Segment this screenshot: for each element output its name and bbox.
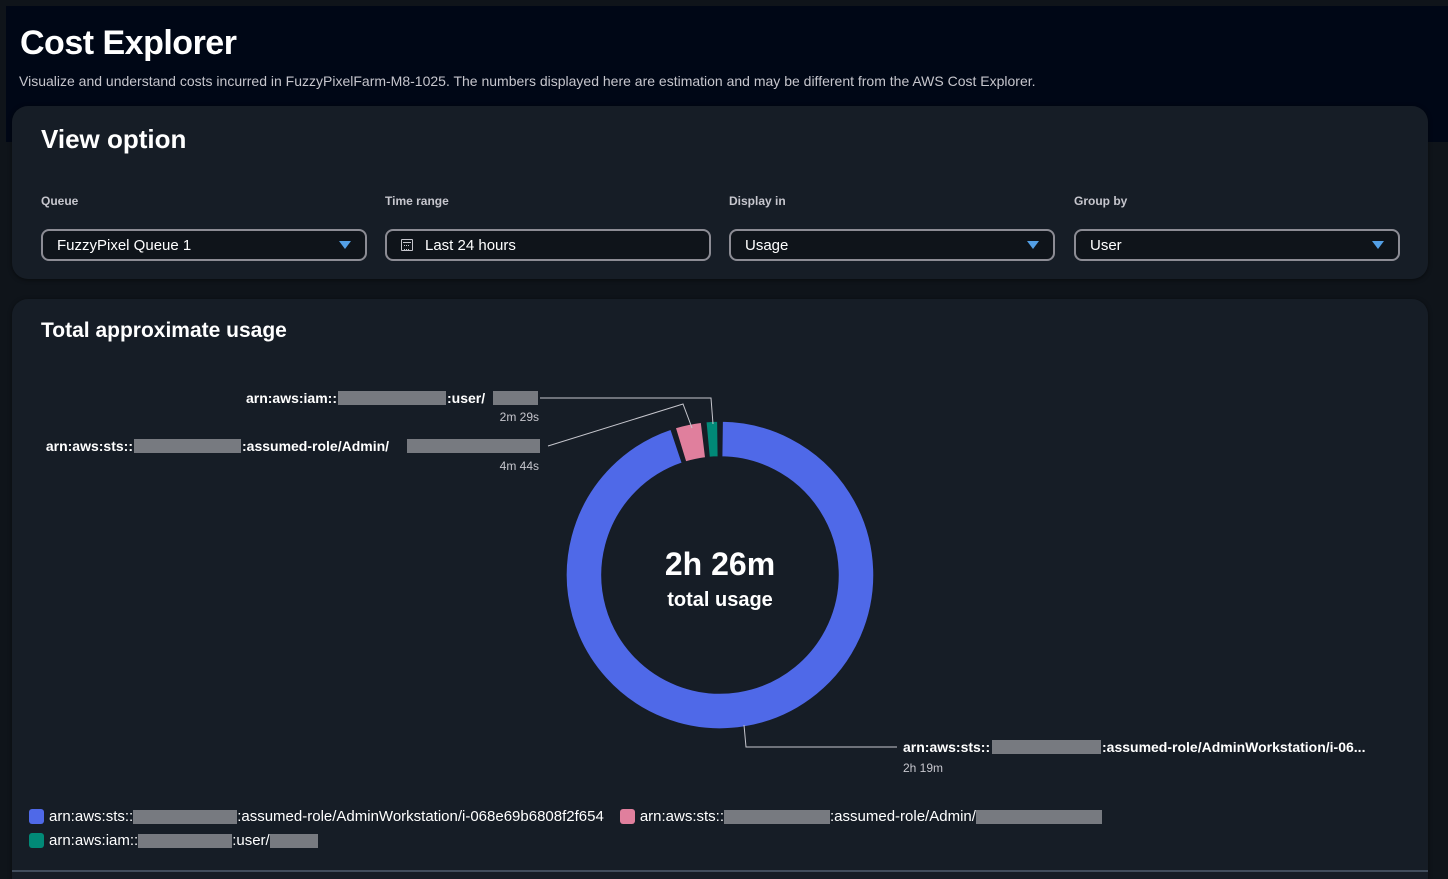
redacted-block	[975, 809, 1102, 824]
chart-legend-row-1: arn:aws:sts:: :assumed-role/AdminWorksta…	[29, 808, 1118, 825]
legend-label-suffix: :assumed-role/Admin/	[830, 808, 976, 825]
callout-admin-suffix: :assumed-role/Admin/	[242, 438, 389, 454]
callout-admin-workstation-duration: 2h 19m	[903, 761, 943, 775]
legend-swatch	[619, 809, 635, 824]
redacted-block	[138, 833, 233, 848]
redacted-block	[493, 391, 538, 405]
legend-item-admin-workstation[interactable]: arn:aws:sts:: :assumed-role/AdminWorksta…	[29, 808, 604, 825]
callout-iam-user-prefix: arn:aws:iam::	[246, 390, 337, 406]
callout-iam-user-duration: 2m 29s	[500, 410, 539, 424]
leader-line-iam-user	[540, 397, 714, 425]
leader-line-admin-workstation	[743, 724, 897, 748]
legend-label-suffix: :user/	[232, 832, 270, 849]
legend-item-iam-user[interactable]: arn:aws:iam:: :user/	[29, 832, 318, 849]
redacted-block	[133, 809, 238, 824]
redacted-block	[134, 439, 241, 453]
legend-item-admin[interactable]: arn:aws:sts:: :assumed-role/Admin/	[619, 808, 1102, 825]
usage-donut-chart: 2h 26m total usage arn:aws:iam:: :user/ …	[46, 390, 1366, 775]
legend-swatch	[29, 833, 44, 848]
redacted-block	[269, 833, 318, 848]
chart-legend-row-2: arn:aws:iam:: :user/	[29, 832, 334, 849]
redacted-block	[407, 439, 540, 453]
legend-label-prefix: arn:aws:sts::	[639, 808, 725, 825]
legend-label-suffix: :assumed-role/AdminWorkstation/i-068e69b…	[237, 808, 604, 825]
redacted-block	[992, 740, 1101, 754]
callout-admin-workstation-suffix: :assumed-role/AdminWorkstation/i-06...	[1102, 739, 1365, 755]
donut-center-value: 2h 26m	[665, 546, 775, 582]
redacted-block	[724, 809, 831, 824]
callout-admin-workstation-prefix: arn:aws:sts::	[903, 739, 990, 755]
callout-admin-duration: 4m 44s	[500, 459, 539, 473]
donut-slice-iam-user[interactable]	[705, 420, 720, 459]
legend-label-prefix: arn:aws:sts::	[49, 808, 134, 825]
divider	[12, 870, 1428, 872]
legend-label-prefix: arn:aws:iam::	[49, 832, 139, 849]
donut-center-label: total usage	[667, 589, 773, 611]
callout-iam-user-suffix: :user/	[447, 390, 485, 406]
redacted-block	[338, 391, 446, 405]
legend-swatch	[29, 809, 44, 824]
callout-admin-prefix: arn:aws:sts::	[46, 438, 133, 454]
